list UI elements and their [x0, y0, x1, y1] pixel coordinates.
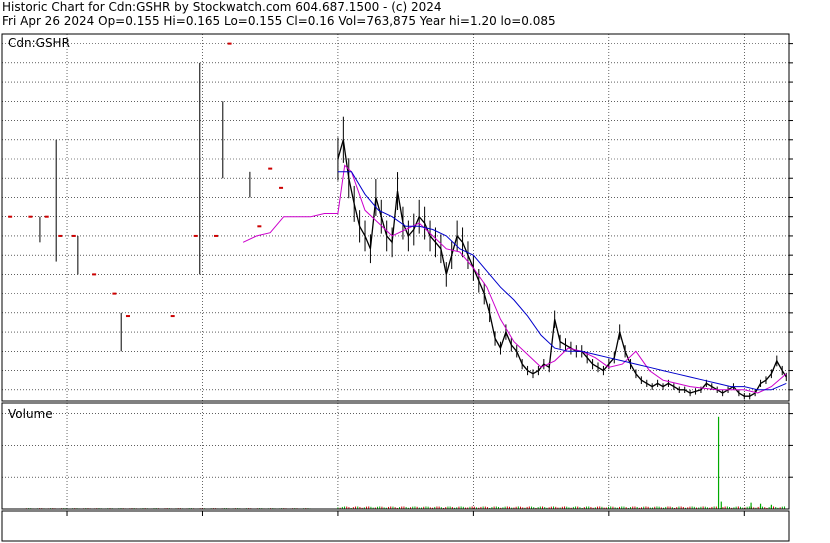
price-grid [2, 34, 789, 401]
price-axis [789, 43, 793, 391]
series-line-ma_short [242, 164, 787, 394]
price-panel-label: Cdn:GSHR [8, 36, 70, 50]
series-line-ma_long [337, 171, 787, 391]
historic-chart: Cdn:GSHR Volume [1, 33, 793, 542]
year-axis [66, 511, 745, 516]
volume-panel-frame [1, 402, 790, 510]
sparse-trades [8, 42, 284, 318]
volume-panel-label: Volume [8, 407, 53, 421]
price-range-bars [39, 62, 251, 352]
year-strip-frame [1, 510, 790, 542]
volume-grid [2, 403, 789, 509]
volume-bars [25, 416, 786, 509]
price-panel-frame [1, 33, 790, 402]
volume-axis [789, 413, 793, 478]
